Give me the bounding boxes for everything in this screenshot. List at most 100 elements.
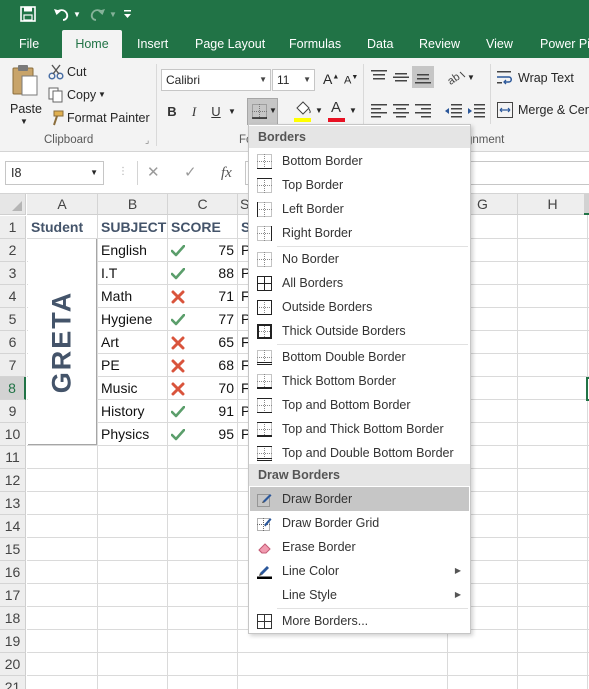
- column-header-i[interactable]: [584, 194, 589, 215]
- fill-color-button[interactable]: ▼: [292, 99, 323, 123]
- menu-item-draw-border[interactable]: Draw Border: [250, 487, 469, 511]
- align-left-icon[interactable]: [371, 104, 387, 118]
- tab-home[interactable]: Home: [62, 30, 122, 58]
- font-name-combo[interactable]: Calibri ▼: [161, 69, 271, 91]
- column-header-a[interactable]: A: [27, 194, 98, 215]
- menu-item-top-double-bottom-border[interactable]: Top and Double Bottom Border: [250, 441, 469, 465]
- row-header-9[interactable]: 9: [0, 400, 26, 423]
- row-header-14[interactable]: 14: [0, 515, 26, 538]
- subject-cell[interactable]: Physics: [98, 423, 167, 446]
- row-header-20[interactable]: 20: [0, 653, 26, 676]
- row-header-16[interactable]: 16: [0, 561, 26, 584]
- tab-file[interactable]: File: [19, 30, 39, 58]
- undo-dropdown-icon[interactable]: ▼: [72, 3, 82, 25]
- paste-button[interactable]: Paste ▼: [6, 62, 42, 130]
- undo-icon[interactable]: [50, 3, 72, 25]
- menu-item-top-thick-bottom-border[interactable]: Top and Thick Bottom Border: [250, 417, 469, 441]
- orientation-icon[interactable]: ab: [446, 68, 466, 86]
- menu-item-line-style[interactable]: Line Style ▶: [250, 583, 469, 607]
- menu-item-thick-bottom-border[interactable]: Thick Bottom Border: [250, 369, 469, 393]
- menu-item-erase-border[interactable]: Erase Border: [250, 535, 469, 559]
- column-header-h[interactable]: H: [518, 194, 588, 215]
- row-header-19[interactable]: 19: [0, 630, 26, 653]
- middle-align-icon[interactable]: [393, 70, 409, 84]
- align-center-icon[interactable]: [393, 104, 409, 118]
- tab-review[interactable]: Review: [419, 30, 460, 58]
- subject-cell[interactable]: Art: [98, 331, 167, 354]
- menu-item-draw-border-grid[interactable]: Draw Border Grid: [250, 511, 469, 535]
- row-header-15[interactable]: 15: [0, 538, 26, 561]
- bold-button[interactable]: B: [162, 102, 182, 122]
- row-header-3[interactable]: 3: [0, 262, 26, 285]
- decrease-indent-icon[interactable]: [444, 104, 462, 118]
- menu-item-right-border[interactable]: Right Border: [250, 221, 469, 245]
- tab-power-pivot[interactable]: Power Piv: [540, 30, 589, 58]
- name-box[interactable]: I8 ▼: [5, 161, 104, 185]
- menu-item-outside-borders[interactable]: Outside Borders: [250, 295, 469, 319]
- subject-cell[interactable]: English: [98, 239, 167, 262]
- row-header-7[interactable]: 7: [0, 354, 26, 377]
- font-size-combo[interactable]: 11 ▼: [272, 69, 315, 91]
- menu-item-more-borders[interactable]: More Borders...: [250, 609, 469, 633]
- menu-item-top-bottom-border[interactable]: Top and Bottom Border: [250, 393, 469, 417]
- row-header-1[interactable]: 1: [0, 216, 26, 239]
- cancel-entry-button[interactable]: ✕: [147, 161, 160, 185]
- chevron-down-icon[interactable]: ▼: [467, 73, 475, 82]
- paste-dropdown-icon[interactable]: ▼: [20, 117, 28, 126]
- enter-entry-button[interactable]: ✓: [184, 161, 197, 185]
- tab-insert[interactable]: Insert: [137, 30, 168, 58]
- menu-item-no-border[interactable]: No Border: [250, 247, 469, 271]
- subject-cell[interactable]: PE: [98, 354, 167, 377]
- font-color-button[interactable]: A ▼: [326, 99, 357, 123]
- borders-button[interactable]: ▼: [247, 98, 278, 125]
- row-header-12[interactable]: 12: [0, 469, 26, 492]
- row-header-21[interactable]: 21: [0, 676, 26, 689]
- tab-view[interactable]: View: [486, 30, 513, 58]
- subject-cell[interactable]: Math: [98, 285, 167, 308]
- wrap-text-button[interactable]: Wrap Text: [497, 70, 589, 88]
- menu-item-line-color[interactable]: Line Color ▶: [250, 559, 469, 583]
- save-icon[interactable]: [17, 3, 39, 25]
- subject-cell[interactable]: History: [98, 400, 167, 423]
- tab-data[interactable]: Data: [367, 30, 393, 58]
- merge-center-button[interactable]: Merge & Cen: [497, 102, 589, 120]
- menu-item-thick-outside-borders[interactable]: Thick Outside Borders: [250, 319, 469, 343]
- student-name-cell[interactable]: GRETA: [28, 239, 97, 445]
- increase-font-size-button[interactable]: A▲: [323, 71, 339, 87]
- cut-button[interactable]: Cut: [48, 63, 98, 81]
- redo-icon[interactable]: [86, 3, 108, 25]
- customize-qat-icon[interactable]: [120, 3, 134, 25]
- menu-item-all-borders[interactable]: All Borders: [250, 271, 469, 295]
- row-header-6[interactable]: 6: [0, 331, 26, 354]
- header-subject[interactable]: SUBJECT: [98, 216, 168, 239]
- subject-cell[interactable]: Hygiene: [98, 308, 167, 331]
- menu-item-top-border[interactable]: Top Border: [250, 173, 469, 197]
- menu-item-bottom-border[interactable]: Bottom Border: [250, 149, 469, 173]
- clipboard-launcher-icon[interactable]: ⌟: [145, 135, 149, 146]
- menu-item-left-border[interactable]: Left Border: [250, 197, 469, 221]
- insert-function-button[interactable]: fx: [221, 161, 232, 185]
- bottom-align-button[interactable]: [412, 66, 434, 88]
- copy-button[interactable]: Copy ▼: [48, 86, 108, 104]
- row-header-2[interactable]: 2: [0, 239, 26, 262]
- row-header-8[interactable]: 8: [0, 377, 26, 400]
- tab-page-layout[interactable]: Page Layout: [195, 30, 265, 58]
- redo-dropdown-icon[interactable]: ▼: [108, 3, 118, 25]
- row-header-5[interactable]: 5: [0, 308, 26, 331]
- underline-button[interactable]: U: [206, 102, 226, 122]
- format-painter-button[interactable]: Format Painter: [48, 109, 150, 127]
- header-score[interactable]: SCORE: [168, 216, 238, 239]
- header-student[interactable]: Student: [28, 216, 98, 239]
- column-header-c[interactable]: C: [168, 194, 238, 215]
- subject-cell[interactable]: Music: [98, 377, 167, 400]
- row-header-4[interactable]: 4: [0, 285, 26, 308]
- row-header-10[interactable]: 10: [0, 423, 26, 446]
- top-align-icon[interactable]: [371, 70, 387, 84]
- row-header-18[interactable]: 18: [0, 607, 26, 630]
- subject-cell[interactable]: I.T: [98, 262, 167, 285]
- row-header-17[interactable]: 17: [0, 584, 26, 607]
- menu-item-bottom-double-border[interactable]: Bottom Double Border: [250, 345, 469, 369]
- row-header-11[interactable]: 11: [0, 446, 26, 469]
- increase-indent-icon[interactable]: [467, 104, 485, 118]
- row-header-13[interactable]: 13: [0, 492, 26, 515]
